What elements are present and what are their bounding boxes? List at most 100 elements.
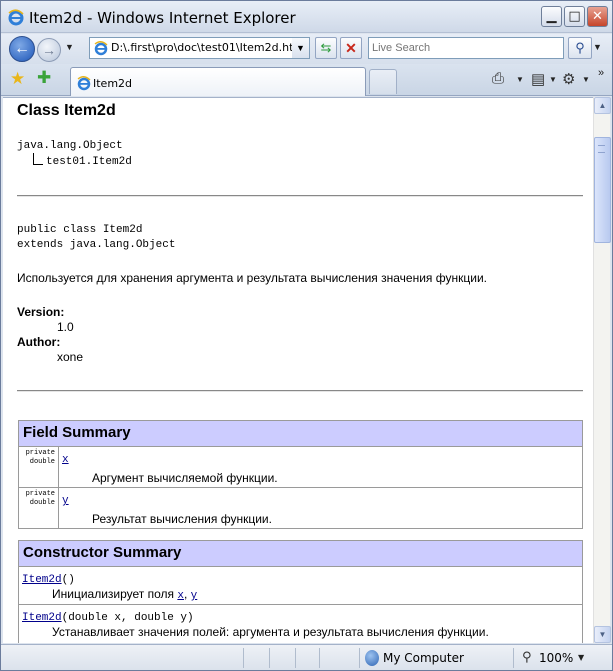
refresh-button[interactable]: ⇆ [315, 37, 337, 59]
status-bar: My Computer ⚲ 100% ▼ [1, 644, 612, 670]
tree-connector [33, 153, 43, 165]
search-icon: ⚲ [575, 40, 585, 55]
table-row: Item2d(double x, double y) Устанавливает… [18, 604, 583, 643]
status-divider [513, 648, 514, 668]
back-arrow-icon: ← [14, 40, 30, 57]
chevron-more-icon[interactable]: » [598, 67, 604, 79]
constructor-link[interactable]: Item2d [22, 574, 62, 586]
modifier-type: double [29, 499, 55, 507]
modifier-type: double [29, 458, 55, 466]
constructor-summary-table: Constructor Summary Item2d() Инициализир… [18, 540, 583, 643]
new-tab-button[interactable] [369, 69, 397, 94]
ie-logo-icon [77, 76, 91, 91]
author-value: xone [57, 350, 84, 364]
back-button[interactable]: ← [9, 36, 35, 62]
constructor-params: () [61, 574, 75, 586]
forward-button[interactable]: → [37, 38, 61, 62]
print-icon[interactable]: ⎙ [492, 70, 504, 87]
constructor-link[interactable]: Item2d [22, 612, 62, 624]
search-options-dropdown[interactable]: ▼ [593, 42, 602, 52]
class-extends: extends java.lang.Object [17, 239, 176, 251]
tab-label: Item2d [93, 77, 133, 90]
vertical-scrollbar[interactable]: ▲ ▼ [593, 97, 611, 643]
scroll-up-button[interactable]: ▲ [594, 97, 611, 114]
field-modifier: private double [18, 446, 59, 488]
version-label: Version: [17, 305, 65, 319]
maximize-button[interactable]: □ [564, 6, 585, 27]
page-ie-icon [94, 41, 108, 56]
tab-item2d[interactable]: Item2d [70, 67, 366, 96]
search-input[interactable] [372, 39, 562, 57]
zoom-icon[interactable]: ⚲ [522, 650, 532, 665]
forward-arrow-icon: → [42, 42, 56, 58]
page-icon[interactable]: ▤ [531, 70, 545, 88]
address-dropdown[interactable]: ▼ [292, 37, 310, 59]
modifier-private: private [25, 490, 55, 498]
window-title: Item2d - Windows Internet Explorer [29, 9, 296, 27]
status-divider [269, 648, 270, 668]
constructor-description: Инициализирует поля x, y [22, 587, 579, 602]
version-value: 1.0 [57, 320, 74, 334]
stop-button[interactable]: ✕ [340, 37, 362, 59]
constructor-params: (double x, double y) [61, 612, 194, 624]
tools-dropdown[interactable]: ▼ [582, 75, 590, 84]
constructor-cell: Item2d(double x, double y) Устанавливает… [18, 604, 583, 643]
globe-icon [365, 650, 379, 666]
search-box[interactable] [368, 37, 564, 59]
field-summary-table: Field Summary private double x Аргумент … [18, 420, 583, 529]
zoom-level[interactable]: 100% [539, 651, 573, 665]
minimize-button[interactable]: ▁ [541, 6, 562, 27]
author-label: Author: [17, 335, 61, 349]
status-divider [359, 648, 360, 668]
status-divider [243, 648, 244, 668]
field-link-x[interactable]: x [62, 454, 69, 466]
recent-pages-dropdown[interactable]: ▼ [65, 42, 74, 52]
print-dropdown[interactable]: ▼ [516, 75, 524, 84]
security-zone[interactable]: My Computer [383, 651, 464, 665]
constructor-cell: Item2d() Инициализирует поля x, y [18, 566, 583, 605]
address-bar[interactable]: D:\.first\pro\doc\test01\Item2d.html [89, 37, 310, 59]
refresh-icon: ⇆ [320, 40, 332, 55]
ie-logo-icon [8, 9, 24, 26]
field-link-y[interactable]: y [62, 495, 69, 507]
page-content[interactable]: Class Item2d java.lang.Object test01.Ite… [3, 97, 593, 643]
tools-gear-icon[interactable]: ⚙ [562, 70, 575, 88]
add-favorites-icon[interactable]: ✚ [37, 68, 51, 88]
divider [17, 390, 583, 392]
modifier-private: private [25, 449, 55, 457]
field-description: Результат вычисления функции. [92, 512, 272, 526]
hierarchy-child: test01.Item2d [46, 156, 132, 168]
field-summary-title: Field Summary [18, 420, 583, 447]
page-title: Class Item2d [17, 102, 116, 119]
field-link-y[interactable]: y [191, 590, 198, 602]
status-divider [295, 648, 296, 668]
search-button[interactable]: ⚲ [568, 37, 592, 59]
constructor-description: Устанавливает значения полей: аргумента … [52, 625, 489, 639]
title-bar: Item2d - Windows Internet Explorer ▁ □ ✕ [1, 1, 612, 33]
constructor-desc-text: Инициализирует поля [52, 587, 178, 601]
field-description: Аргумент вычисляемой функции. [92, 471, 278, 485]
constructor-summary-title: Constructor Summary [18, 540, 583, 567]
tab-bar: ★ ✚ Item2d ⎙ ▼ ▤ ▼ ⚙ ▼ » [1, 64, 612, 96]
separator: , [183, 587, 191, 601]
table-row: Item2d() Инициализирует поля x, y [18, 566, 583, 605]
table-row: private double x Аргумент вычисляемой фу… [18, 446, 583, 488]
divider [17, 195, 583, 197]
scroll-grip [598, 145, 605, 153]
address-toolbar: ← → ▼ D:\.first\pro\doc\test01\Item2d.ht… [1, 34, 612, 64]
hierarchy-root: java.lang.Object [17, 140, 123, 152]
favorites-star-icon[interactable]: ★ [10, 69, 25, 89]
close-button[interactable]: ✕ [587, 6, 608, 27]
field-cell: x Аргумент вычисляемой функции. [58, 446, 583, 488]
zoom-dropdown[interactable]: ▼ [578, 653, 584, 662]
field-modifier: private double [18, 487, 59, 529]
field-cell: y Результат вычисления функции. [58, 487, 583, 529]
stop-icon: ✕ [345, 40, 357, 56]
scroll-down-button[interactable]: ▼ [594, 626, 611, 643]
field-link-x[interactable]: x [177, 590, 184, 602]
table-row: private double y Результат вычисления фу… [18, 487, 583, 529]
page-dropdown[interactable]: ▼ [549, 75, 557, 84]
status-divider [319, 648, 320, 668]
class-declaration: public class Item2d [17, 224, 143, 236]
address-url[interactable]: D:\.first\pro\doc\test01\Item2d.html [111, 41, 307, 54]
